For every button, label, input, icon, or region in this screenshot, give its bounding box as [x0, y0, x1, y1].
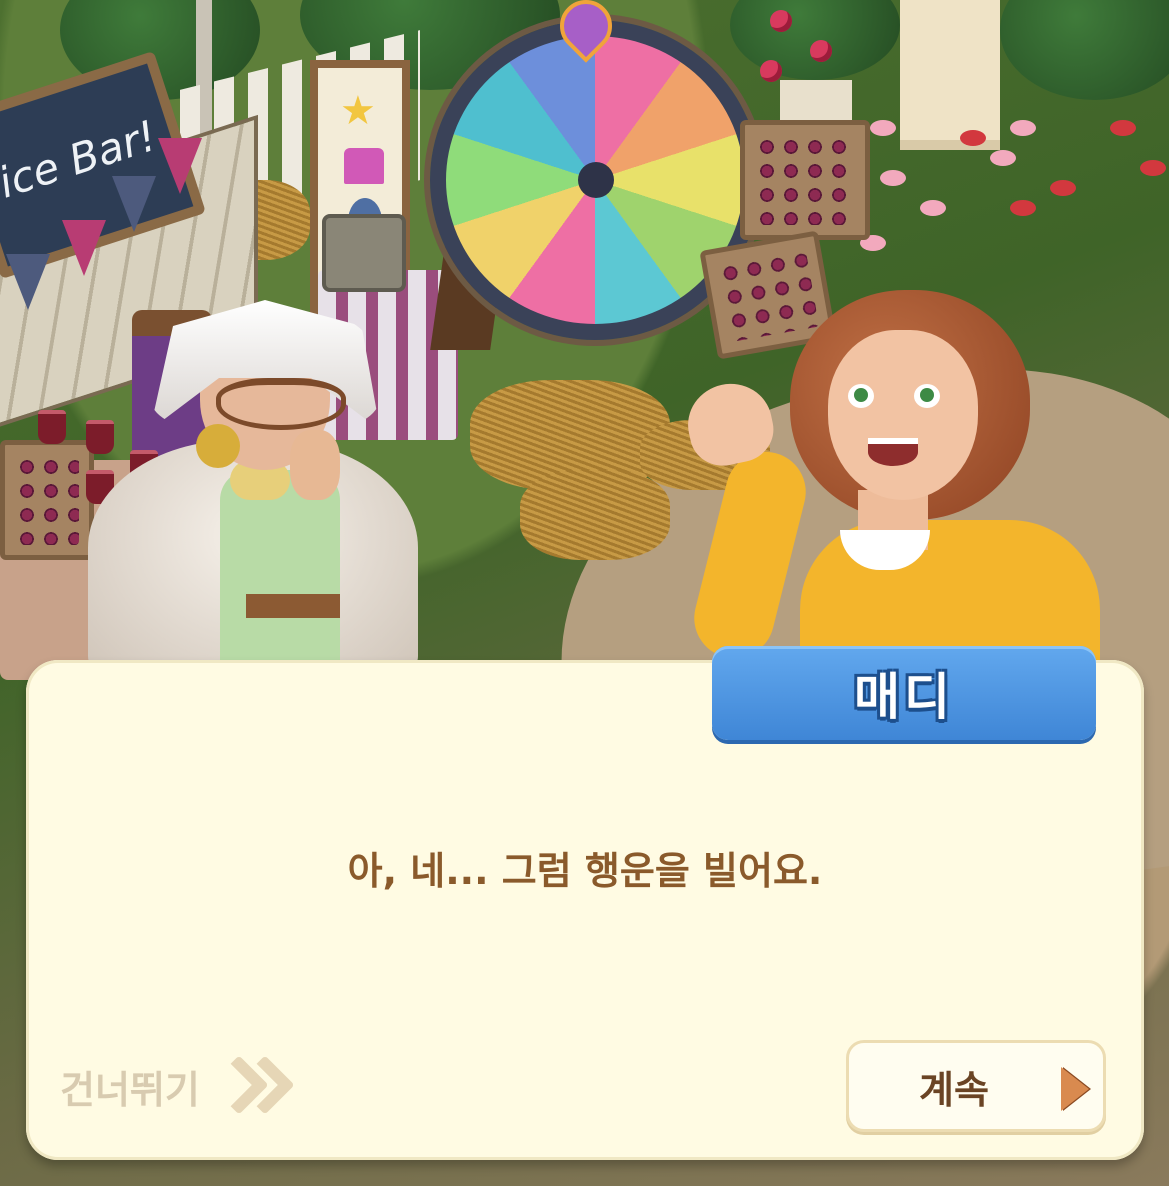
speaker-name: 매디 — [854, 668, 954, 726]
skip-label: 건너뛰기 — [60, 1067, 200, 1112]
glasses — [216, 378, 346, 430]
rose-flower — [760, 60, 782, 82]
juice-cup — [86, 420, 114, 454]
grape-crate — [0, 440, 94, 560]
rose-flower — [810, 40, 832, 62]
skip-button[interactable]: 건너뛰기 — [60, 1055, 295, 1115]
stone-pillar — [900, 0, 1000, 150]
madi-smile — [868, 438, 918, 466]
bunting-flag — [62, 220, 106, 276]
cash-register — [322, 214, 406, 292]
speaker-name-tag: 매디 — [712, 646, 1096, 740]
juice-cup — [38, 410, 66, 444]
bunting-flag — [112, 176, 156, 232]
apple-crate — [740, 120, 870, 240]
petal — [1050, 180, 1076, 196]
petal — [1110, 120, 1136, 136]
gold-earring — [196, 424, 240, 468]
petal — [960, 130, 986, 146]
petal — [870, 120, 896, 136]
continue-button[interactable]: 계속 — [846, 1040, 1106, 1132]
wheel-hub — [578, 162, 614, 198]
star-icon: ★ — [340, 88, 376, 134]
madi-face — [828, 330, 978, 500]
top-hat-icon — [344, 148, 384, 184]
belt — [246, 594, 340, 618]
petal — [1010, 200, 1036, 216]
petal — [880, 170, 906, 186]
bunting-flag — [6, 254, 50, 310]
double-chevron-right-icon — [209, 1055, 295, 1115]
madi-eye — [914, 384, 940, 408]
petal — [1010, 120, 1036, 136]
petal — [990, 150, 1016, 166]
hay-pile — [520, 470, 670, 560]
rose-flower — [770, 10, 792, 32]
continue-label: 계속 — [919, 1068, 989, 1112]
petal — [1140, 160, 1166, 176]
dialog-line: 아, 네... 그럼 행운을 빌어요. — [347, 849, 823, 893]
petal — [920, 200, 946, 216]
bunting-flag — [158, 138, 202, 194]
lady-hand — [290, 430, 340, 500]
play-arrow-icon — [1061, 1067, 1089, 1111]
madi-eye — [848, 384, 874, 408]
